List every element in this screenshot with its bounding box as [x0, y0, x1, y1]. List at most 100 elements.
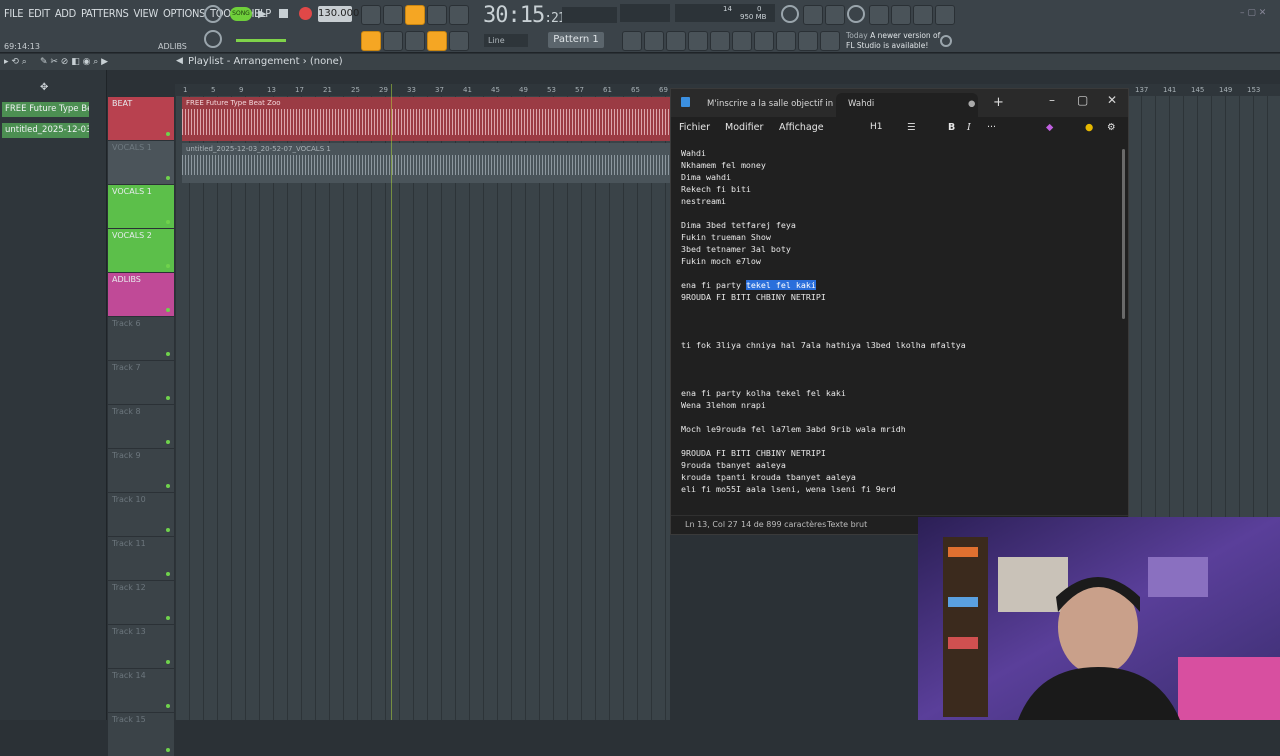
browser-nav-icons[interactable]: ▸ ⟲ ⌕ — [4, 57, 27, 67]
beat-audio-clip[interactable]: FREE Future Type Beat Zoo — [182, 97, 670, 141]
track-header[interactable]: Track 15 — [108, 713, 174, 756]
song-mode-button[interactable]: SONG — [230, 7, 252, 21]
pattern-song-toggle-icon[interactable] — [204, 5, 222, 23]
track-header[interactable]: ADLIBS — [108, 273, 174, 316]
menu-affichage[interactable]: Affichage — [779, 122, 824, 133]
track-header[interactable]: Track 11 — [108, 537, 174, 580]
list-icon[interactable]: ☰ — [907, 122, 916, 133]
countdown-icon[interactable] — [405, 5, 425, 25]
browser-item[interactable]: untitled_2025-12-03 20... — [2, 123, 89, 138]
metronome-icon[interactable] — [361, 5, 381, 25]
tab-document-2[interactable]: Wahdi ● — [836, 93, 978, 117]
menu-view[interactable]: VIEW — [133, 7, 158, 20]
copilot-icon[interactable]: ◆ — [1046, 122, 1053, 133]
track-led-icon[interactable] — [166, 616, 170, 620]
track-led-icon[interactable] — [166, 572, 170, 576]
vocals-audio-clip[interactable]: untitled_2025-12-03_20-52-07_VOCALS 1 — [182, 143, 670, 183]
cloud-icon[interactable] — [820, 31, 840, 51]
track-header[interactable]: Track 8 — [108, 405, 174, 448]
plugin-picker-icon[interactable] — [710, 31, 730, 51]
menu-patterns[interactable]: PATTERNS — [81, 7, 129, 20]
account-icon[interactable]: ● — [1085, 122, 1093, 133]
track-led-icon[interactable] — [166, 264, 170, 268]
playlist-arrow-icon[interactable]: ◀ — [176, 56, 183, 66]
track-header[interactable]: Track 7 — [108, 361, 174, 404]
track-led-icon[interactable] — [166, 176, 170, 180]
step-edit-icon[interactable] — [427, 5, 447, 25]
track-led-icon[interactable] — [166, 484, 170, 488]
track-led-icon[interactable] — [166, 704, 170, 708]
arrow-tool-icon[interactable] — [383, 31, 403, 51]
menu-options[interactable]: OPTIONS — [163, 7, 205, 20]
menu-edit[interactable]: EDIT — [28, 7, 50, 20]
touch-icon[interactable] — [798, 31, 818, 51]
track-header[interactable]: VOCALS 1 — [108, 185, 174, 228]
menu-add[interactable]: ADD — [55, 7, 76, 20]
track-header[interactable]: VOCALS 2 — [108, 229, 174, 272]
menu-fichier[interactable]: Fichier — [679, 122, 710, 133]
notepad-scrollbar[interactable] — [1122, 149, 1125, 319]
pencil-tool-icon[interactable] — [405, 31, 425, 51]
browser-move-icon[interactable]: ✥ — [40, 82, 48, 93]
stop-icon[interactable] — [279, 9, 288, 18]
new-tab-icon[interactable]: + — [993, 95, 1004, 110]
heading-select[interactable]: H1 — [870, 122, 883, 132]
track-led-icon[interactable] — [166, 352, 170, 356]
track-header[interactable]: BEAT — [108, 97, 174, 140]
brush-icon[interactable] — [776, 31, 796, 51]
record-icon[interactable] — [299, 7, 312, 20]
minimize-icon[interactable]: – — [1049, 93, 1055, 107]
track-header[interactable]: Track 6 — [108, 317, 174, 360]
play-icon[interactable]: ▶ — [258, 7, 266, 20]
master-pitch-knob[interactable] — [204, 30, 222, 48]
tempo-display[interactable]: 130.000 — [318, 6, 359, 22]
track-led-icon[interactable] — [166, 748, 170, 752]
menu-modifier[interactable]: Modifier — [725, 122, 763, 133]
stamp-icon[interactable] — [449, 31, 469, 51]
save-icon[interactable] — [869, 5, 889, 25]
playlist-icon[interactable] — [622, 31, 642, 51]
chat-icon[interactable] — [913, 5, 933, 25]
pattern-select[interactable]: Pattern 1 — [548, 32, 604, 48]
wait-input-icon[interactable] — [383, 5, 403, 25]
maximize-icon[interactable]: ▢ — [1077, 93, 1088, 107]
snap-select[interactable]: Line — [484, 34, 528, 47]
piano-roll-icon[interactable] — [361, 31, 381, 51]
track-header[interactable]: Track 12 — [108, 581, 174, 624]
plugin-icon[interactable] — [891, 5, 911, 25]
cut-icon[interactable] — [803, 5, 823, 25]
refresh-icon[interactable] — [781, 5, 799, 23]
track-led-icon[interactable] — [166, 440, 170, 444]
mixer-icon[interactable] — [666, 31, 686, 51]
menu-file[interactable]: FILE — [4, 7, 23, 20]
track-led-icon[interactable] — [166, 220, 170, 224]
close-icon[interactable]: ✕ — [1107, 93, 1117, 107]
window-controls[interactable]: – ▢ ✕ — [1240, 8, 1266, 18]
track-led-icon[interactable] — [166, 132, 170, 136]
help-icon[interactable] — [847, 5, 865, 23]
browser-item[interactable]: FREE Future Type Be... — [2, 102, 89, 117]
notepad-text-area[interactable]: Wahdi Nkhamem fel money Dima wahdi Rekec… — [681, 147, 966, 495]
italic-icon[interactable]: I — [967, 122, 971, 133]
news-panel[interactable]: Today A newer version of FL Studio is ava… — [846, 31, 940, 51]
playhead[interactable] — [391, 84, 392, 720]
track-header[interactable]: Track 10 — [108, 493, 174, 536]
more-icon[interactable]: ··· — [987, 122, 996, 133]
loop-record-icon[interactable] — [449, 5, 469, 25]
settings-gear-icon[interactable]: ⚙ — [1107, 122, 1116, 133]
file-icon[interactable] — [732, 31, 752, 51]
track-led-icon[interactable] — [166, 660, 170, 664]
channel-rack-icon[interactable] — [644, 31, 664, 51]
browser-icon[interactable] — [688, 31, 708, 51]
tuner-icon[interactable] — [754, 31, 774, 51]
master-volume-slider[interactable] — [236, 39, 286, 42]
track-led-icon[interactable] — [166, 308, 170, 312]
bold-icon[interactable]: B — [948, 122, 955, 133]
microphone-icon[interactable] — [825, 5, 845, 25]
update-icon[interactable] — [940, 35, 952, 47]
track-header[interactable]: Track 9 — [108, 449, 174, 492]
track-led-icon[interactable] — [166, 528, 170, 532]
track-header[interactable]: Track 14 — [108, 669, 174, 712]
download-icon[interactable] — [935, 5, 955, 25]
track-led-icon[interactable] — [166, 396, 170, 400]
